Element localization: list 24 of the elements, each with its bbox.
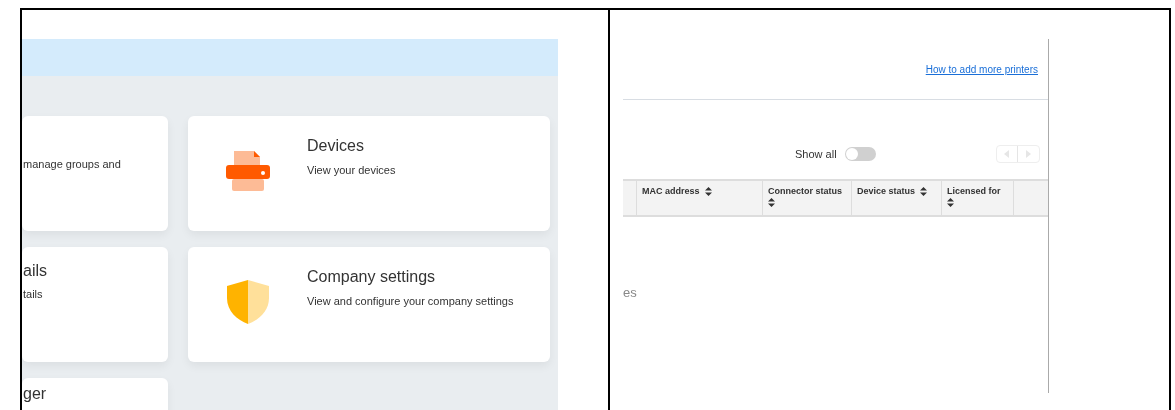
column-label: Connector status [768,185,842,198]
column-header[interactable]: Connector status [763,181,852,215]
column-header[interactable]: Licensed for [942,181,1014,215]
dashboard-card[interactable]: Company settings View and configure your company settings [188,247,550,362]
dashboard-card[interactable]: ger [22,378,168,410]
card-title: Devices [307,136,365,156]
column-label: Device status [857,185,916,198]
card-description: tails [23,287,44,302]
card-description: View your devices [307,163,396,178]
card-title: ger [23,384,48,404]
card-description: manage groups and [23,157,122,172]
dashboard-card[interactable]: ails tails [22,247,168,362]
help-link[interactable]: How to add more printers [925,62,1038,75]
card-description: View and configure your company settings [307,294,514,309]
dashboard-card[interactable]: Devices View your devices [188,116,550,231]
dashboard-card[interactable]: manage groups and [22,116,168,231]
column-label: MAC address [642,185,700,198]
card-title: Company settings [307,267,437,287]
card-title: ails [23,261,48,281]
empty-message: es [623,284,638,302]
column-header[interactable]: MAC address [637,181,763,215]
column-header[interactable]: Device status [852,181,942,215]
toggle-label: Show all [795,146,837,162]
column-label: Licensed for [947,185,1001,198]
